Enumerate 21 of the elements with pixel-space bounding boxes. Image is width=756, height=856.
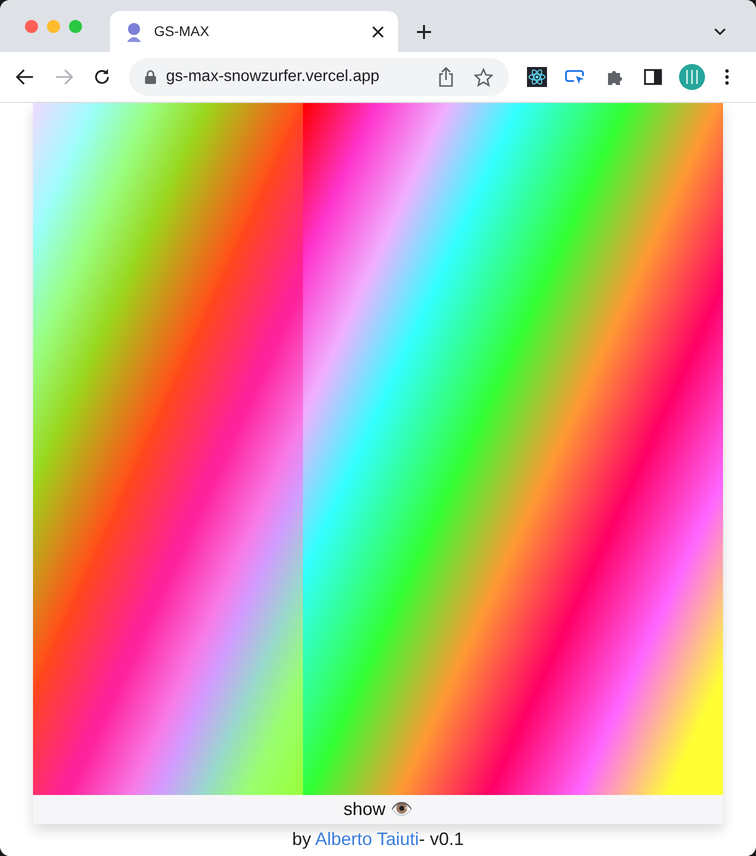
chevron-down-icon[interactable] [714,28,726,36]
address-bar[interactable]: gs-max-snowzurfer.vercel.app [129,58,509,96]
reload-icon[interactable] [93,68,111,86]
footer-credit: by Alberto Taiuti- v0.1 [292,828,464,851]
menu-icon[interactable] [725,69,729,85]
atom-icon[interactable] [527,67,547,87]
browser-tab[interactable]: GS-MAX [110,11,398,52]
author-link[interactable]: Alberto Taiuti [315,829,419,849]
url-text: gs-max-snowzurfer.vercel.app [166,67,380,87]
profile-avatar-icon[interactable] [679,64,705,90]
puzzle-icon[interactable] [606,68,624,86]
share-icon[interactable] [438,67,454,87]
back-icon[interactable] [16,69,34,85]
close-icon[interactable] [372,26,384,38]
new-tab-icon[interactable] [416,24,432,40]
show-button[interactable]: show 👁 [33,795,723,824]
side-panel-icon[interactable] [644,69,662,85]
cursor-box-icon[interactable] [565,69,585,85]
star-icon[interactable] [474,68,493,86]
tab-title: GS-MAX [154,22,210,41]
lock-icon [145,70,156,84]
